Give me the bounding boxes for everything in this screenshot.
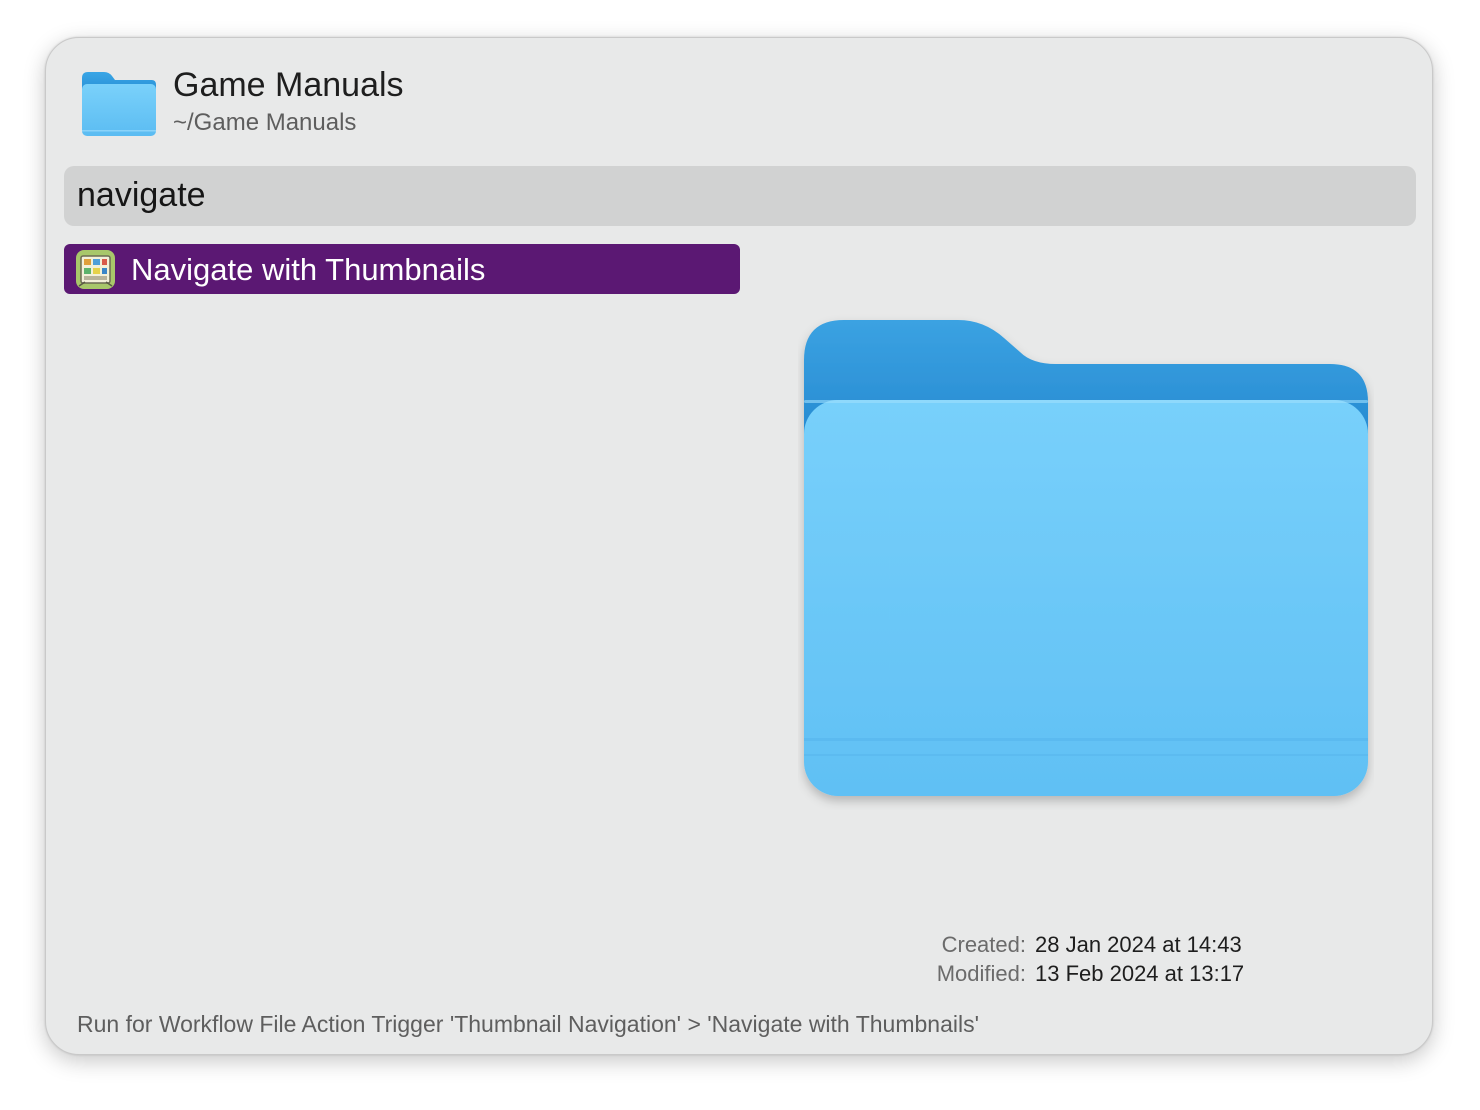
created-value: 28 Jan 2024 at 14:43 xyxy=(1035,932,1242,957)
folder-preview-icon xyxy=(798,314,1374,810)
created-label: Created: xyxy=(941,932,1026,957)
action-description: Run for Workflow File Action Trigger 'Th… xyxy=(77,1011,979,1037)
result-label: Navigate with Thumbnails xyxy=(131,252,486,287)
created-row: Created: 28 Jan 2024 at 14:43 xyxy=(886,930,1346,959)
modified-row: Modified: 13 Feb 2024 at 13:17 xyxy=(886,959,1346,988)
folder-path: ~/Game Manuals xyxy=(173,109,357,136)
file-actions-panel: Game Manuals ~/Game Manuals navigate Nav… xyxy=(45,37,1433,1055)
thumbnail-grid-icon xyxy=(75,249,116,290)
folder-title: Game Manuals xyxy=(173,66,404,104)
search-query: navigate xyxy=(77,176,206,214)
search-input[interactable]: navigate xyxy=(64,166,1416,226)
file-metadata: Created: 28 Jan 2024 at 14:43 Modified: … xyxy=(886,930,1346,988)
result-item-navigate-with-thumbnails[interactable]: Navigate with Thumbnails xyxy=(64,244,740,294)
folder-icon xyxy=(80,70,158,138)
modified-value: 13 Feb 2024 at 13:17 xyxy=(1035,961,1245,986)
modified-label: Modified: xyxy=(936,961,1026,986)
